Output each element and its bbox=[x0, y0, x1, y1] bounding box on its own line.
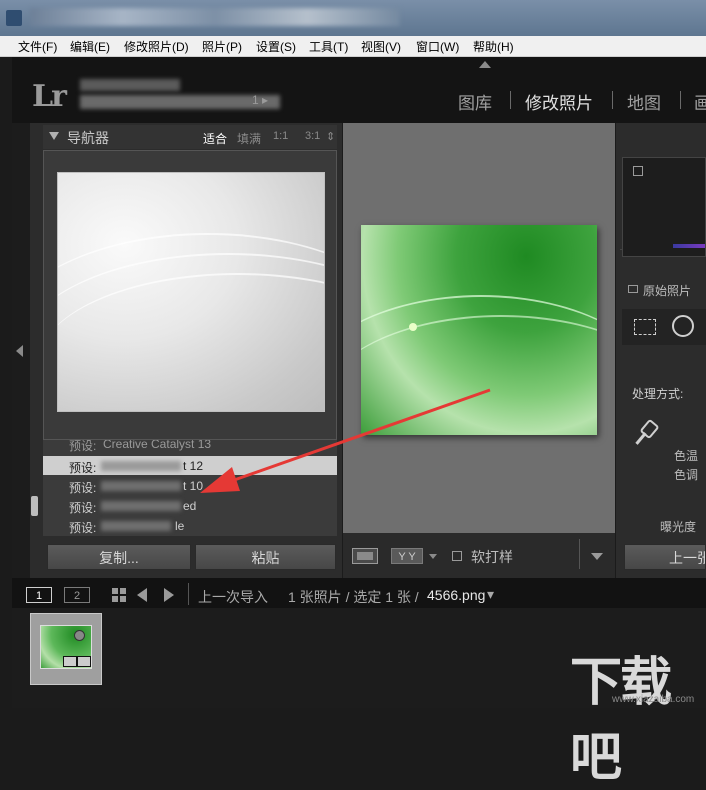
softproof-label: 软打样 bbox=[471, 549, 513, 565]
navigator-header[interactable]: 导航器 适合 填满 1:1 3:1 ⇕ bbox=[43, 125, 337, 149]
original-photo-label: 原始照片 bbox=[643, 284, 692, 298]
edit-badge-icon bbox=[77, 656, 91, 667]
toolbar-separator bbox=[579, 539, 580, 569]
collapse-left-panel-icon[interactable] bbox=[16, 345, 23, 357]
filename[interactable]: 4566.png bbox=[427, 587, 485, 603]
collapse-top-panel-icon[interactable] bbox=[479, 61, 491, 68]
module-library[interactable]: 图库 bbox=[458, 89, 492, 114]
loupe-view-icon[interactable] bbox=[352, 548, 378, 564]
paste-button[interactable]: 粘贴 bbox=[195, 544, 336, 570]
filename-dropdown-icon[interactable]: ▾ bbox=[487, 586, 494, 603]
toolbar-menu-icon[interactable] bbox=[591, 553, 603, 560]
menu-file[interactable]: 文件(F) bbox=[18, 38, 57, 55]
previous-button[interactable]: 上一张 bbox=[624, 544, 706, 570]
preset-prefix: 预设: bbox=[69, 501, 97, 515]
temp-label: 色温 bbox=[674, 449, 699, 463]
module-separator bbox=[510, 91, 511, 109]
shadow-clipping-icon[interactable] bbox=[633, 166, 643, 176]
zoom-menu-arrow[interactable]: ⇕ bbox=[326, 130, 335, 143]
softproof-checkbox[interactable] bbox=[452, 551, 462, 561]
spot-removal-icon[interactable] bbox=[672, 315, 694, 337]
menu-settings[interactable]: 设置(S) bbox=[256, 38, 296, 55]
filmstrip-thumbnail-image[interactable] bbox=[40, 625, 92, 669]
menu-window[interactable]: 窗口(W) bbox=[416, 38, 459, 55]
grid-view-icon[interactable] bbox=[112, 588, 126, 602]
before-after-dropdown-icon[interactable] bbox=[429, 554, 437, 559]
navigator-title: 导航器 bbox=[67, 130, 109, 146]
histogram[interactable] bbox=[622, 157, 706, 257]
arrow-head bbox=[200, 467, 240, 493]
left-panel-edge bbox=[12, 123, 30, 578]
forward-arrow-icon[interactable] bbox=[164, 588, 174, 602]
zoom-3-1[interactable]: 3:1 bbox=[305, 130, 320, 142]
module-book[interactable]: 画 bbox=[694, 89, 706, 114]
thumbnail-badge-icon bbox=[74, 630, 85, 641]
presets-scrollbar[interactable] bbox=[31, 496, 38, 516]
module-bar: Lr 1 ▸ 图库 修改照片 地图 画 bbox=[12, 57, 706, 123]
main-window-button[interactable]: 1 bbox=[26, 587, 52, 603]
menu-tools[interactable]: 工具(T) bbox=[309, 38, 348, 55]
source-label[interactable]: 上一次导入 bbox=[198, 587, 268, 607]
treatment-label: 处理方式: bbox=[632, 387, 684, 401]
menu-photo[interactable]: 照片(P) bbox=[202, 38, 242, 55]
watermark-logo: 下载吧 bbox=[570, 653, 672, 788]
preset-prefix: 预设: bbox=[69, 461, 97, 475]
window-titlebar bbox=[0, 0, 706, 36]
annotation-arrow bbox=[200, 388, 491, 493]
crop-badge-icon bbox=[63, 656, 77, 667]
preset-name-blurred bbox=[101, 461, 181, 471]
preset-name: le bbox=[175, 519, 185, 533]
back-arrow-icon[interactable] bbox=[137, 588, 147, 602]
preset-name-blurred bbox=[101, 501, 181, 511]
zoom-1-1[interactable]: 1:1 bbox=[273, 130, 288, 142]
preset-name-blurred bbox=[101, 481, 181, 491]
window-title-blurred bbox=[30, 8, 400, 26]
watermark-url: www.xiazaiba.com bbox=[612, 694, 695, 705]
secondary-window-button[interactable]: 2 bbox=[64, 587, 90, 603]
navigator-thumbnail[interactable] bbox=[57, 172, 325, 412]
eyedropper-icon[interactable] bbox=[632, 418, 660, 445]
preset-item[interactable]: 预设: le bbox=[43, 516, 337, 535]
menu-bar: 文件(F) 编辑(E) 修改照片(D) 照片(P) 设置(S) 工具(T) 视图… bbox=[0, 36, 706, 57]
loupe-view-icon-inner bbox=[357, 552, 373, 560]
original-checkbox[interactable] bbox=[628, 285, 638, 293]
filmstrip-bar: 1 2 上一次导入 1 张照片 / 选定 1 张 / 4566.png ▾ bbox=[12, 578, 706, 608]
identity-plate-line1 bbox=[80, 79, 180, 91]
identity-suffix: 1 ▸ bbox=[252, 93, 269, 107]
module-separator bbox=[612, 91, 613, 109]
develop-toolbar: Y Y 软打样 bbox=[343, 533, 615, 578]
light-spot bbox=[409, 323, 417, 331]
module-develop[interactable]: 修改照片 bbox=[525, 89, 593, 114]
exposure-label: 曝光度 bbox=[660, 520, 697, 534]
zoom-fit[interactable]: 适合 bbox=[203, 130, 227, 147]
identity-plate-line2 bbox=[80, 95, 280, 109]
before-after-button[interactable]: Y Y bbox=[391, 548, 423, 564]
menu-develop[interactable]: 修改照片(D) bbox=[124, 38, 189, 55]
tint-label: 色调 bbox=[674, 468, 699, 482]
preset-prefix: 预设: bbox=[69, 481, 97, 495]
zoom-fill[interactable]: 填满 bbox=[237, 130, 261, 147]
module-separator bbox=[680, 91, 681, 109]
preset-name-blurred bbox=[101, 521, 171, 531]
menu-view[interactable]: 视图(V) bbox=[361, 38, 401, 55]
arrow-shaft bbox=[219, 388, 491, 487]
histogram-curve bbox=[673, 244, 705, 248]
preset-prefix: 预设: bbox=[69, 521, 97, 535]
selection-count: 1 张照片 / 选定 1 张 / bbox=[288, 589, 419, 605]
lightroom-logo: Lr bbox=[32, 79, 67, 114]
app-icon bbox=[6, 10, 22, 26]
menu-help[interactable]: 帮助(H) bbox=[473, 38, 514, 55]
module-map[interactable]: 地图 bbox=[627, 89, 661, 114]
filmbar-separator bbox=[188, 583, 189, 605]
tool-strip bbox=[622, 309, 706, 345]
menu-edit[interactable]: 编辑(E) bbox=[70, 38, 110, 55]
crop-tool-icon[interactable] bbox=[634, 319, 656, 335]
collapse-triangle-icon[interactable] bbox=[49, 132, 59, 140]
copy-button[interactable]: 复制... bbox=[47, 544, 191, 570]
preset-prefix: 预设: bbox=[69, 440, 97, 453]
